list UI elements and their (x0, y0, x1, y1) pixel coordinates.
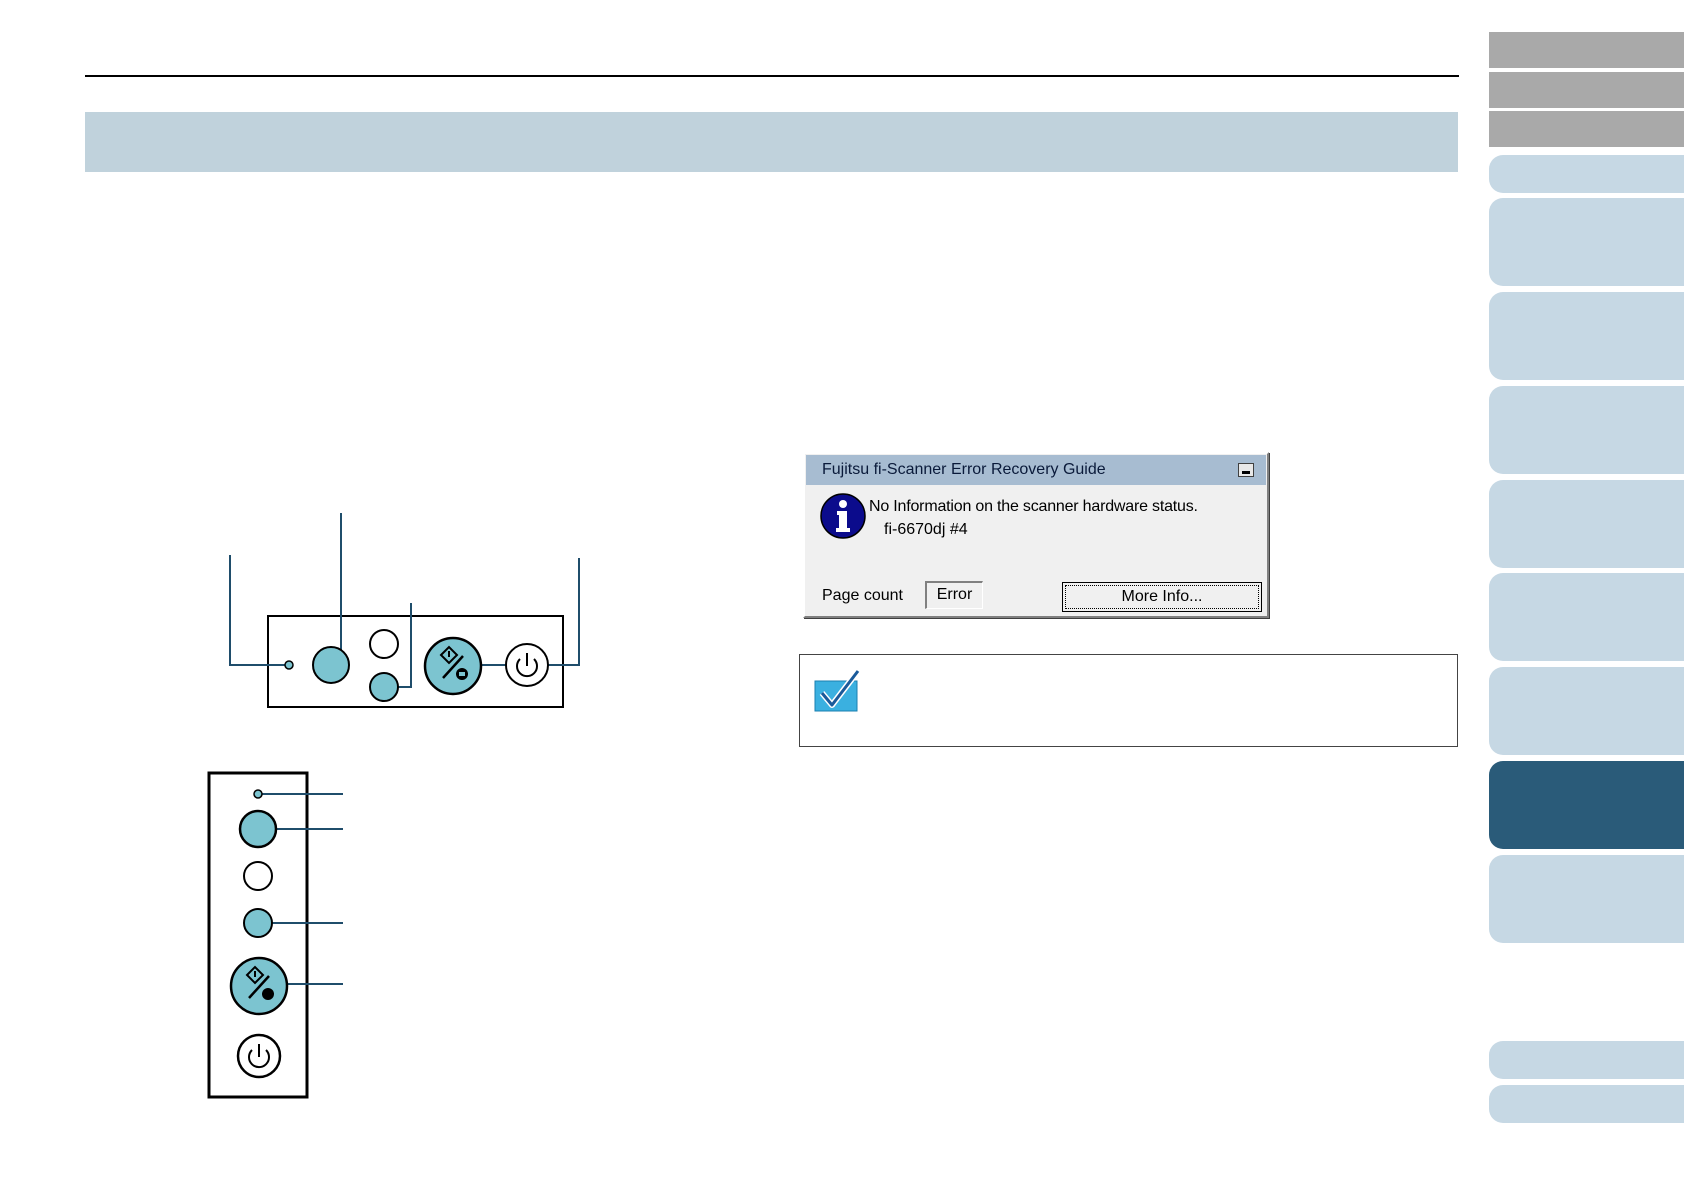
nav-tab-9[interactable] (1489, 855, 1684, 943)
nav-tab-2[interactable] (1489, 198, 1684, 286)
dialog-message: No Information on the scanner hardware s… (869, 498, 1198, 515)
function-button (312, 646, 350, 684)
page-count-label: Page count (822, 587, 903, 604)
info-icon (820, 493, 866, 539)
unused-button (369, 629, 399, 659)
checkmark-icon (814, 669, 860, 712)
nav-tab-3[interactable] (1489, 292, 1684, 380)
error-led (284, 660, 294, 670)
section-title-band (85, 112, 1458, 172)
nav-tab-10[interactable] (1489, 1041, 1684, 1079)
power-icon (505, 643, 549, 687)
nav-tab-4[interactable] (1489, 386, 1684, 474)
nav-tab-grey-1[interactable] (1489, 32, 1684, 68)
send-to-button-v (243, 908, 273, 938)
nav-tab-6[interactable] (1489, 573, 1684, 661)
send-to-button (369, 672, 399, 702)
nav-tab-grey-3[interactable] (1489, 111, 1684, 147)
scan-stop-icon-v (229, 956, 289, 1016)
scan-stop-icon (423, 636, 483, 696)
nav-tab-active[interactable] (1489, 761, 1684, 849)
error-recovery-dialog: Fujitsu fi-Scanner Error Recovery Guide … (803, 452, 1269, 618)
horizontal-operator-panel-diagram (229, 513, 580, 708)
nav-tab-1[interactable] (1489, 155, 1684, 193)
unused-button-v (243, 861, 273, 891)
nav-tab-grey-2[interactable] (1489, 72, 1684, 108)
minimize-icon[interactable] (1238, 463, 1254, 477)
nav-tab-5[interactable] (1489, 480, 1684, 568)
function-button-v (238, 809, 278, 849)
dialog-title: Fujitsu fi-Scanner Error Recovery Guide (822, 461, 1106, 478)
header-rule (85, 75, 1459, 77)
device-name: fi-6670dj #4 (884, 521, 968, 538)
hint-box (799, 654, 1458, 747)
nav-tab-7[interactable] (1489, 667, 1684, 755)
error-led-v (253, 789, 263, 799)
power-icon-v (236, 1033, 282, 1079)
vertical-operator-panel-diagram (207, 771, 343, 1099)
nav-tab-11[interactable] (1489, 1085, 1684, 1123)
page-count-field: Error (925, 581, 983, 609)
more-info-button[interactable]: More Info... (1062, 582, 1262, 612)
dialog-titlebar[interactable]: Fujitsu fi-Scanner Error Recovery Guide (806, 455, 1266, 485)
